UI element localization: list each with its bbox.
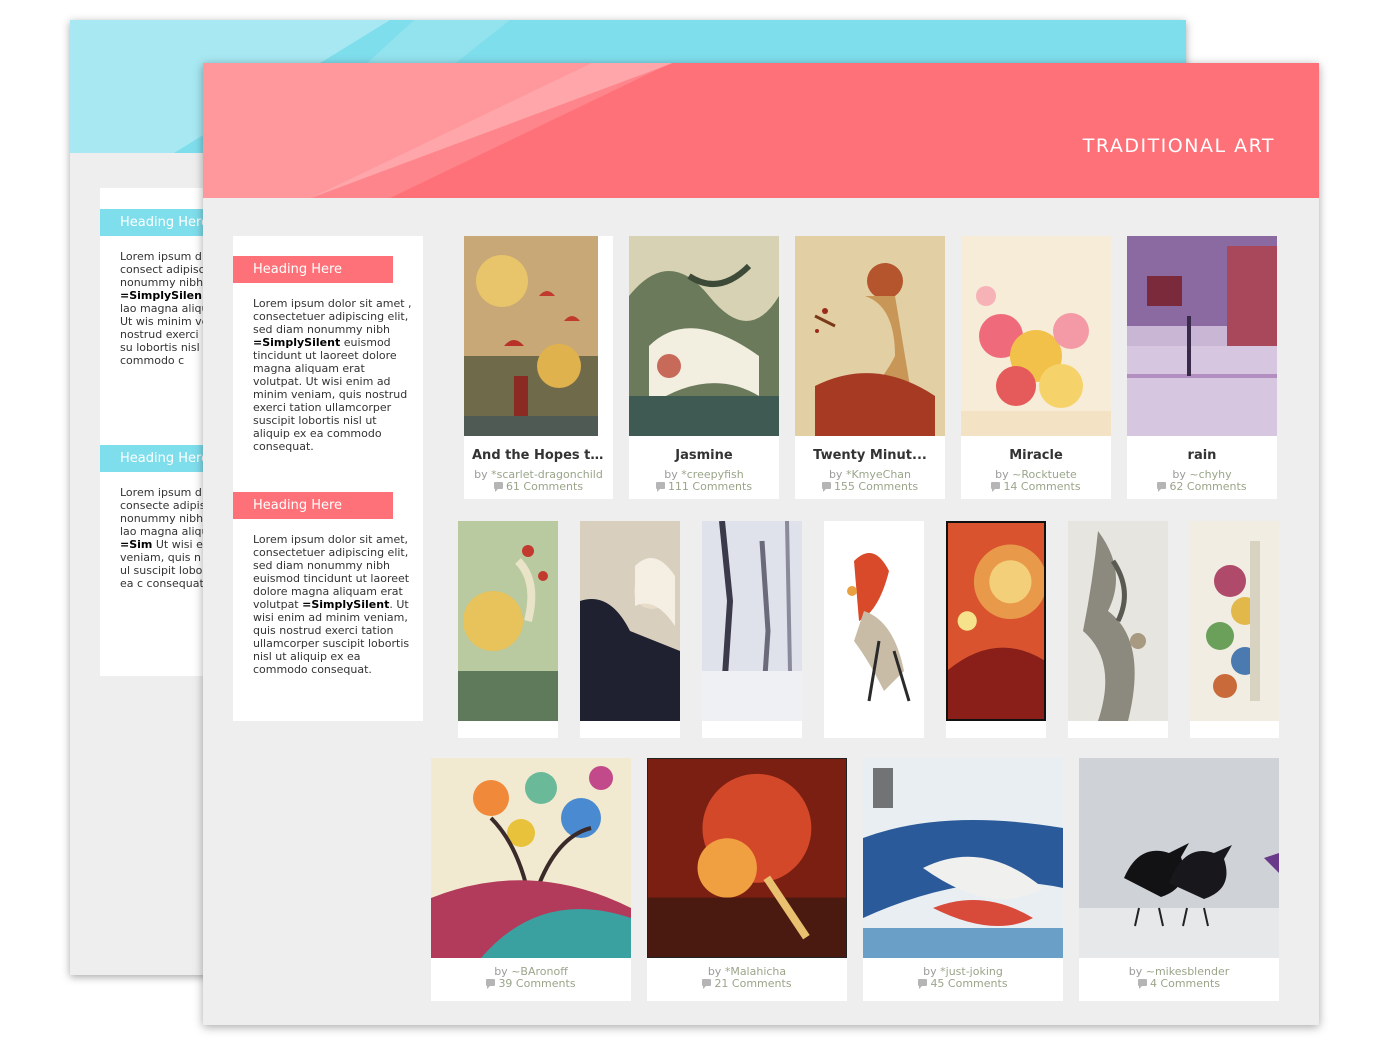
gallery-card[interactable] [1068,521,1168,738]
gallery-card[interactable] [702,521,802,738]
artwork-thumbnail[interactable] [702,521,802,721]
comment-count[interactable]: 62 Comments [1127,480,1277,493]
comment-count[interactable]: 155 Comments [795,480,945,493]
artwork-thumbnail[interactable] [580,521,680,721]
gallery-card[interactable] [458,521,558,738]
widget-text: Lorem ipsum dolor sit amet , consectetue… [253,297,412,453]
gallery-card[interactable] [1190,521,1279,738]
comment-bubble-icon [655,482,665,492]
artwork-thumbnail[interactable] [824,521,924,717]
gallery-card[interactable]: And the Hopes th... by *scarlet-dragonch… [464,236,613,499]
artwork-title[interactable]: rain [1127,448,1277,463]
comment-count[interactable]: 39 Comments [431,977,631,990]
artwork-thumbnail[interactable] [863,758,1063,958]
artwork-thumbnail[interactable] [795,236,945,436]
front-theme-preview: TRADITIONAL ART Heading Here Lorem ipsum… [203,63,1319,1025]
artwork-thumbnail[interactable] [946,521,1046,721]
comment-bubble-icon [1157,482,1167,492]
artwork-thumbnail[interactable] [1068,521,1168,721]
artwork-thumbnail[interactable] [431,758,631,958]
artwork-thumbnail[interactable] [1190,521,1279,721]
comment-count[interactable]: 21 Comments [647,977,847,990]
widget-heading: Heading Here [233,492,393,519]
gallery-card[interactable]: rain by ~chyhy 62 Comments [1127,236,1277,499]
artwork-thumbnail[interactable] [1127,236,1277,436]
gallery-card[interactable] [946,521,1046,738]
widget-heading: Heading Here [233,256,393,283]
artwork-thumbnail[interactable] [647,758,847,958]
comment-count[interactable]: 111 Comments [629,480,779,493]
gallery-card[interactable] [580,521,680,738]
front-banner: TRADITIONAL ART [203,63,1319,198]
artwork-thumbnail[interactable] [464,236,598,436]
comment-count[interactable]: 61 Comments [464,480,613,493]
gallery-card[interactable]: by ~mikesblender 4 Comments [1079,758,1279,1001]
comment-count[interactable]: 14 Comments [961,480,1111,493]
artwork-thumbnail[interactable] [629,236,779,436]
banner-title: TRADITIONAL ART [1082,135,1275,157]
artwork-thumbnail[interactable] [961,236,1111,436]
gallery-card[interactable]: by *Malahicha 21 Comments [647,758,847,1001]
gallery-card[interactable]: Twenty Minut... by *KmyeChan 155 Comment… [795,236,945,499]
gallery-card[interactable]: Jasmine by *creepyfish 111 Comments [629,236,779,499]
gallery-card[interactable]: by ~BAronoff 39 Comments [431,758,631,1001]
widget-text: Lorem ipsum dolor sit amet, consectetuer… [253,533,410,676]
comment-bubble-icon [493,482,503,492]
artwork-title[interactable]: Miracle [961,448,1111,463]
comment-bubble-icon [486,979,496,989]
comment-bubble-icon [821,482,831,492]
comment-count[interactable]: 45 Comments [863,977,1063,990]
gallery-card[interactable]: Miracle by ~Rocktuete 14 Comments [961,236,1111,499]
stage: Heading Here Lorem ipsum d amet , consec… [0,0,1389,1042]
artwork-thumbnail[interactable] [1079,758,1279,958]
comment-bubble-icon [918,979,928,989]
sidebar: Heading Here Lorem ipsum dolor sit amet … [233,236,423,721]
comment-count[interactable]: 4 Comments [1079,977,1279,990]
gallery-card[interactable] [824,521,924,738]
artwork-title[interactable]: Twenty Minut... [795,448,945,463]
comment-bubble-icon [1137,979,1147,989]
comment-bubble-icon [702,979,712,989]
artwork-title[interactable]: Jasmine [629,448,779,463]
comment-bubble-icon [991,482,1001,492]
gallery-card[interactable]: by *just-joking 45 Comments [863,758,1063,1001]
artwork-title[interactable]: And the Hopes th... [464,448,613,463]
artwork-thumbnail[interactable] [458,521,558,721]
